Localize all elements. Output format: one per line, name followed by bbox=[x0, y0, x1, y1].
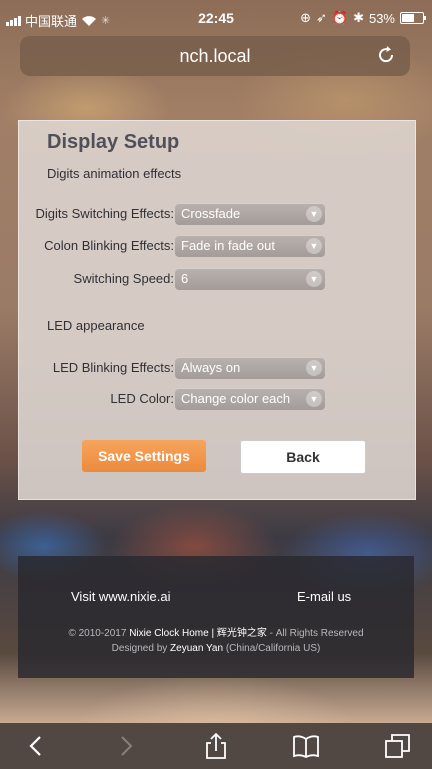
select-value: Fade in fade out bbox=[181, 238, 275, 253]
select-value: Change color each bbox=[181, 391, 291, 406]
status-bar: 中国联通 ✳ 22:45 ⊕ ➶ ⏰ ✱ 53% bbox=[0, 0, 432, 40]
colon-blinking-label: Colon Blinking Effects: bbox=[44, 238, 174, 253]
colon-blinking-select[interactable]: Fade in fade out ▼ bbox=[175, 235, 325, 257]
battery-icon bbox=[400, 12, 426, 24]
visit-site-link[interactable]: Visit www.nixie.ai bbox=[71, 589, 170, 604]
orientation-lock-icon: ⊕ bbox=[300, 10, 311, 25]
browser-toolbar bbox=[0, 723, 432, 769]
rights-text: - All Rights Reserved bbox=[269, 628, 364, 639]
led-blinking-row: LED Blinking Effects: Always on ▼ bbox=[19, 357, 415, 379]
select-value: Always on bbox=[181, 360, 241, 375]
forward-arrow-icon[interactable] bbox=[112, 733, 140, 759]
chevron-down-icon: ▼ bbox=[306, 206, 322, 222]
switching-speed-label: Switching Speed: bbox=[73, 271, 174, 286]
digits-switching-label: Digits Switching Effects: bbox=[35, 206, 174, 221]
reload-icon[interactable] bbox=[374, 43, 398, 67]
bookmarks-icon[interactable] bbox=[292, 733, 320, 759]
colon-blinking-row: Colon Blinking Effects: Fade in fade out… bbox=[19, 235, 415, 257]
led-color-row: LED Color: Change color each ▼ bbox=[19, 388, 415, 410]
designer-name[interactable]: Zeyuan Yan bbox=[170, 643, 223, 654]
save-settings-button[interactable]: Save Settings bbox=[82, 440, 206, 472]
chevron-down-icon: ▼ bbox=[306, 238, 322, 254]
alarm-icon: ⏰ bbox=[331, 10, 349, 25]
designed-by-text: Designed by bbox=[111, 643, 168, 654]
chevron-down-icon: ▼ bbox=[306, 271, 322, 287]
designer-location: (China/California US) bbox=[225, 643, 321, 654]
switching-speed-select[interactable]: 6 ▼ bbox=[175, 268, 325, 290]
address-bar[interactable]: nch.local bbox=[20, 36, 410, 76]
led-color-select[interactable]: Change color each ▼ bbox=[175, 388, 325, 410]
led-color-label: LED Color: bbox=[110, 391, 174, 406]
location-icon: ➶ bbox=[315, 10, 327, 25]
section-digits-label: Digits animation effects bbox=[47, 166, 182, 181]
tabs-icon[interactable] bbox=[384, 733, 412, 759]
digits-switching-row: Digits Switching Effects: Crossfade ▼ bbox=[19, 203, 415, 225]
designer-line: Designed by Zeyuan Yan (China/California… bbox=[18, 643, 414, 654]
section-led-label: LED appearance bbox=[47, 318, 145, 333]
site-name-link[interactable]: Nixie Clock Home | 辉光钟之家 bbox=[129, 628, 267, 639]
bluetooth-icon: ✱ bbox=[353, 10, 364, 25]
select-value: 6 bbox=[181, 271, 189, 286]
copyright-line: © 2010-2017 Nixie Clock Home | 辉光钟之家 - A… bbox=[18, 624, 414, 639]
led-blinking-label: LED Blinking Effects: bbox=[52, 360, 174, 375]
digits-switching-select[interactable]: Crossfade ▼ bbox=[175, 203, 325, 225]
share-icon[interactable] bbox=[202, 733, 230, 759]
url-text[interactable]: nch.local bbox=[20, 46, 410, 67]
site-footer: Visit www.nixie.ai E-mail us © 2010-2017… bbox=[18, 556, 414, 678]
select-value: Crossfade bbox=[181, 206, 241, 221]
back-arrow-icon[interactable] bbox=[22, 733, 50, 759]
chevron-down-icon: ▼ bbox=[306, 391, 322, 407]
battery-percent: 53% bbox=[368, 10, 395, 26]
status-right: ⊕ ➶ ⏰ ✱ 53% bbox=[300, 10, 426, 26]
back-button[interactable]: Back bbox=[240, 440, 366, 474]
email-link[interactable]: E-mail us bbox=[297, 589, 351, 604]
page-title: Display Setup bbox=[47, 131, 180, 153]
copyright-prefix: © 2010-2017 bbox=[68, 628, 127, 639]
chevron-down-icon: ▼ bbox=[306, 360, 322, 376]
led-blinking-select[interactable]: Always on ▼ bbox=[175, 357, 325, 379]
switching-speed-row: Switching Speed: 6 ▼ bbox=[19, 268, 415, 290]
display-setup-panel: Display Setup Digits animation effects D… bbox=[18, 120, 416, 500]
